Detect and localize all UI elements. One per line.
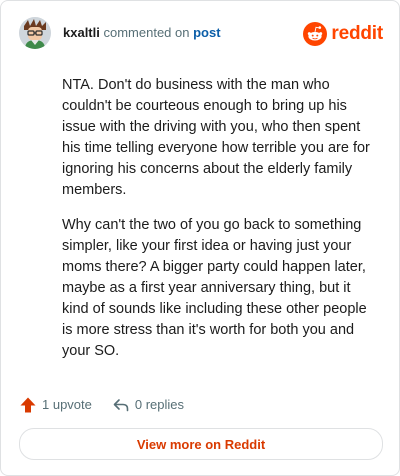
comment-header: kxaltli commented on post reddit — [19, 17, 383, 51]
embedded-comment-card: kxaltli commented on post reddit NTA. Do… — [0, 0, 400, 476]
upvote-count: 1 upvote — [42, 397, 92, 412]
action-text: commented on — [103, 25, 190, 40]
reddit-snoo-icon — [303, 22, 328, 46]
reply-arrow-icon — [113, 399, 129, 412]
upvote-button[interactable]: 1 upvote — [19, 395, 92, 415]
comment-paragraph: Why can't the two of you go back to some… — [62, 217, 367, 359]
user-avatar[interactable] — [19, 17, 51, 49]
view-more-button[interactable]: View more on Reddit — [19, 428, 383, 460]
comment-actions: 1 upvote 0 replies — [19, 393, 184, 417]
reply-count: 0 replies — [134, 397, 185, 412]
comment-body: NTA. Don't do business with the man who … — [62, 75, 380, 376]
username[interactable]: kxaltli — [63, 25, 100, 40]
upvote-arrow-icon — [20, 397, 36, 413]
post-link[interactable]: post — [193, 25, 220, 40]
replies-button[interactable]: 0 replies — [112, 395, 184, 415]
avatar-icon — [19, 17, 51, 49]
brand-name: reddit — [331, 23, 383, 44]
comment-paragraph: NTA. Don't do business with the man who … — [62, 77, 370, 198]
comment-meta: kxaltli commented on post — [63, 25, 221, 41]
reddit-brand[interactable]: reddit — [303, 21, 383, 47]
